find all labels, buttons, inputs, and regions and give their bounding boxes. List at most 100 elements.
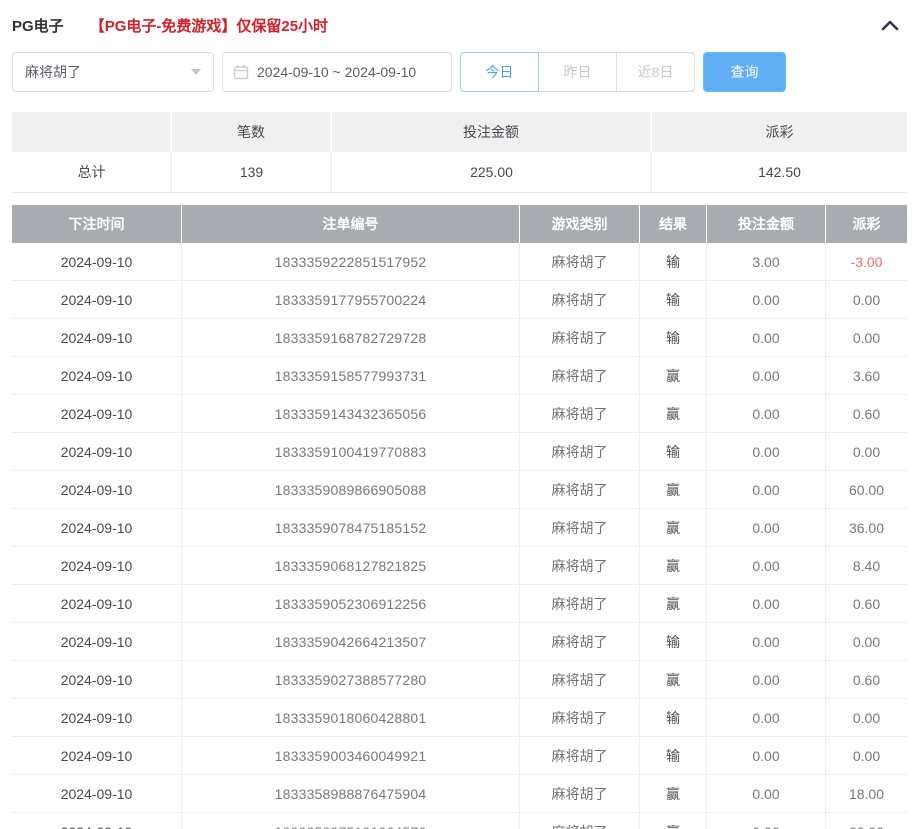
table-row: 2024-09-10 1833359068127821825 麻将胡了赢 0.00 8.… — [12, 547, 907, 585]
cell-payout: 0.00 — [826, 433, 907, 470]
cell-payout: -3.00 — [826, 243, 907, 280]
table-row: 2024-09-10 1833359027388577280 麻将胡了赢 0.00 0.… — [12, 661, 907, 699]
cell-bet-time: 2024-09-10 — [12, 737, 182, 774]
cell-bet-amount: 0.00 — [707, 699, 826, 736]
cell-payout: 0.00 — [826, 623, 907, 660]
records-header-result: 结果 — [640, 205, 707, 243]
cell-result: 赢 — [640, 395, 707, 432]
cell-game-type: 麻将胡了 — [520, 319, 640, 356]
summary-total-label: 总计 — [12, 152, 172, 192]
table-row: 2024-09-10 1833359003460049921 麻将胡了输 0.00 0.… — [12, 737, 907, 775]
cell-result: 输 — [640, 243, 707, 280]
cell-bet-time: 2024-09-10 — [12, 281, 182, 318]
date-range-input[interactable]: 2024-09-10 ~ 2024-09-10 — [222, 52, 452, 92]
table-row: 2024-09-10 1833359100419770883 麻将胡了输 0.00 0.… — [12, 433, 907, 471]
collapse-panel-button[interactable] — [881, 20, 899, 31]
cell-bet-amount: 0.00 — [707, 433, 826, 470]
cell-bet-amount: 0.00 — [707, 547, 826, 584]
table-row: 2024-09-101833358975191064576麻将胡了赢0.0030… — [12, 813, 907, 829]
cell-payout: 60.00 — [826, 471, 907, 508]
quick-range-button-group: 今日 昨日 近8日 — [460, 52, 695, 92]
cell-result: 赢 — [640, 357, 707, 394]
cell-payout: 0.60 — [826, 661, 907, 698]
summary-table: 笔数 投注金额 派彩 总计 139 225.00 142.50 — [12, 112, 907, 193]
calendar-icon — [233, 64, 249, 80]
cell-bet-time: 2024-09-10 — [12, 319, 182, 356]
cell-result: 输 — [640, 319, 707, 356]
cell-game-type: 麻将胡了 — [520, 623, 640, 660]
records-body: 2024-09-10 1833359222851517952 麻将胡了输 3.00 -3… — [12, 243, 907, 829]
cell-order-no: 1833359143432365056 — [182, 395, 520, 432]
records-header-bet-amount: 投注金额 — [707, 205, 826, 243]
table-row: 2024-09-10 1833359042664213507 麻将胡了输 0.00 0.… — [12, 623, 907, 661]
records-header-game-type: 游戏类别 — [520, 205, 640, 243]
filter-toolbar: 麻将胡了 2024-09-10 ~ 2024-09-10 今日 昨日 近8日 查询 — [12, 52, 907, 92]
cell-order-no: 1833359027388577280 — [182, 661, 520, 698]
cell-game-type: 麻将胡了 — [520, 661, 640, 698]
summary-header-payout: 派彩 — [652, 112, 907, 152]
summary-header-count: 笔数 — [172, 112, 332, 152]
cell-order-no: 1833359042664213507 — [182, 623, 520, 660]
cell-result: 赢 — [640, 775, 707, 812]
records-header-row: 下注时间 注单编号 游戏类别 结果 投注金额 派彩 — [12, 205, 907, 243]
cell-payout: 0.00 — [826, 281, 907, 318]
quick-range-button-0[interactable]: 今日 — [460, 52, 539, 92]
quick-range-button-2[interactable]: 近8日 — [616, 52, 695, 92]
cell-bet-amount: 0.00 — [707, 623, 826, 660]
cell-game-type: 麻将胡了 — [520, 813, 640, 829]
cell-result: 输 — [640, 433, 707, 470]
cell-bet-amount: 0.00 — [707, 471, 826, 508]
pg-records-panel: PG电子 【PG电子-免费游戏】仅保留25小时 麻将胡了 2024-09-10 … — [0, 0, 919, 829]
summary-total-payout: 142.50 — [758, 164, 801, 180]
cell-bet-time: 2024-09-10 — [12, 395, 182, 432]
cell-payout: 0.00 — [826, 699, 907, 736]
quick-range-button-1[interactable]: 昨日 — [538, 52, 617, 92]
cell-bet-time: 2024-09-10 — [12, 357, 182, 394]
cell-order-no: 1833359100419770883 — [182, 433, 520, 470]
query-button[interactable]: 查询 — [703, 52, 786, 92]
cell-bet-time: 2024-09-10 — [12, 585, 182, 622]
cell-game-type: 麻将胡了 — [520, 357, 640, 394]
cell-result: 赢 — [640, 813, 707, 829]
records-header-payout: 派彩 — [826, 205, 907, 243]
cell-bet-amount: 0.00 — [707, 661, 826, 698]
cell-bet-amount: 0.00 — [707, 319, 826, 356]
cell-bet-time: 2024-09-10 — [12, 661, 182, 698]
cell-bet-amount: 3.00 — [707, 243, 826, 280]
summary-header-bet-amount: 投注金额 — [332, 112, 652, 152]
cell-payout: 30.00 — [826, 813, 907, 829]
cell-bet-time: 2024-09-10 — [12, 813, 182, 829]
cell-bet-amount: 0.00 — [707, 357, 826, 394]
cell-bet-amount: 0.00 — [707, 775, 826, 812]
cell-bet-time: 2024-09-10 — [12, 509, 182, 546]
cell-game-type: 麻将胡了 — [520, 699, 640, 736]
cell-bet-time: 2024-09-10 — [12, 433, 182, 470]
cell-result: 输 — [640, 699, 707, 736]
cell-payout: 8.40 — [826, 547, 907, 584]
cell-order-no: 1833359222851517952 — [182, 243, 520, 280]
summary-total-row: 总计 139 225.00 142.50 — [12, 152, 907, 193]
cell-payout: 0.00 — [826, 737, 907, 774]
records-header-bet-time: 下注时间 — [12, 205, 182, 243]
cell-result: 赢 — [640, 585, 707, 622]
cell-result: 赢 — [640, 547, 707, 584]
cell-game-type: 麻将胡了 — [520, 243, 640, 280]
cell-payout: 36.00 — [826, 509, 907, 546]
cell-bet-time: 2024-09-10 — [12, 243, 182, 280]
records-table: 下注时间 注单编号 游戏类别 结果 投注金额 派彩 2024-09-10 183335922… — [12, 205, 907, 829]
panel-header: PG电子 【PG电子-免费游戏】仅保留25小时 — [12, 12, 907, 38]
table-row: 2024-09-10 1833359018060428801 麻将胡了输 0.00 0.… — [12, 699, 907, 737]
cell-result: 赢 — [640, 471, 707, 508]
cell-bet-amount: 0.00 — [707, 813, 826, 829]
page-title: PG电子 — [12, 17, 64, 35]
cell-game-type: 麻将胡了 — [520, 509, 640, 546]
cell-game-type: 麻将胡了 — [520, 585, 640, 622]
cell-bet-amount: 0.00 — [707, 737, 826, 774]
cell-bet-amount: 0.00 — [707, 281, 826, 318]
records-header-order-no: 注单编号 — [182, 205, 520, 243]
table-row: 2024-09-10 1833359143432365056 麻将胡了赢 0.00 0.… — [12, 395, 907, 433]
cell-bet-time: 2024-09-10 — [12, 471, 182, 508]
summary-header-row: 笔数 投注金额 派彩 — [12, 112, 907, 152]
game-select[interactable]: 麻将胡了 — [12, 52, 214, 92]
summary-total-count: 139 — [172, 152, 332, 192]
